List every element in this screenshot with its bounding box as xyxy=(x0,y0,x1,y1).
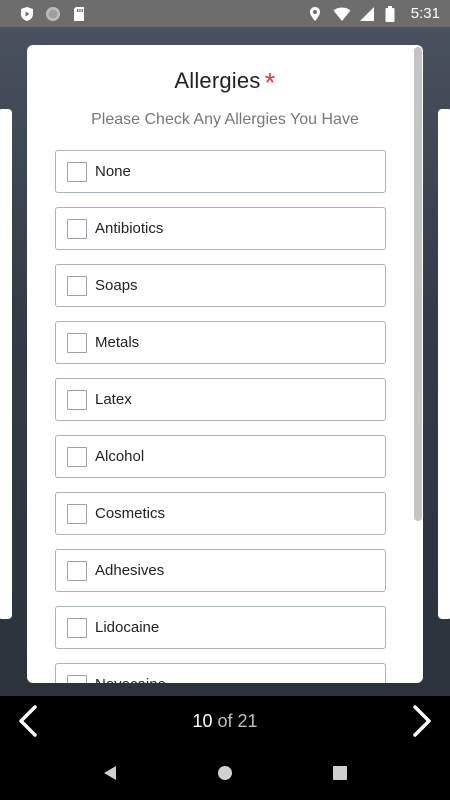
card-subtitle: Please Check Any Allergies You Have xyxy=(91,111,359,128)
card-title: Allergies * xyxy=(27,67,423,99)
option-label: Soaps xyxy=(95,277,138,294)
scrollbar-thumb[interactable] xyxy=(414,47,422,521)
allergy-option[interactable]: Adhesives xyxy=(55,549,386,592)
required-marker: * xyxy=(264,67,276,98)
allergy-option[interactable]: Latex xyxy=(55,378,386,421)
allergy-option[interactable]: Novocaine xyxy=(55,663,386,683)
battery-icon xyxy=(385,5,395,22)
option-label: Novocaine xyxy=(95,676,166,683)
checkbox[interactable] xyxy=(67,389,87,410)
option-label: Cosmetics xyxy=(95,505,166,522)
allergy-option[interactable]: Soaps xyxy=(55,264,386,307)
title-text: Allergies xyxy=(174,68,261,93)
shield-play-icon xyxy=(19,6,35,22)
page-of-label: of xyxy=(217,710,233,731)
checkbox[interactable] xyxy=(67,218,87,239)
next-card-edge[interactable] xyxy=(438,109,450,619)
allergy-option[interactable]: Metals xyxy=(55,321,386,364)
checkbox[interactable] xyxy=(67,446,87,467)
wifi-icon xyxy=(333,6,351,22)
back-triangle-icon xyxy=(104,766,116,780)
signal-icon xyxy=(359,6,375,22)
current-page: 10 xyxy=(192,710,213,731)
circle-icon xyxy=(45,6,61,22)
option-label: Alcohol xyxy=(95,448,145,465)
home-circle-icon xyxy=(218,766,232,780)
option-label: Metals xyxy=(95,334,140,351)
allergy-option[interactable]: None xyxy=(55,150,386,193)
location-icon xyxy=(307,6,323,22)
chevron-right-icon xyxy=(413,705,431,737)
system-nav-bar xyxy=(0,746,450,800)
status-time: 5:31 xyxy=(410,5,440,22)
previous-page-button[interactable] xyxy=(14,703,42,739)
option-label: Lidocaine xyxy=(95,619,160,636)
allergy-option[interactable]: Cosmetics xyxy=(55,492,386,535)
checkbox[interactable] xyxy=(67,275,87,296)
scrollbar[interactable] xyxy=(413,45,423,683)
chevron-left-icon xyxy=(19,705,37,737)
next-page-button[interactable] xyxy=(408,703,436,739)
status-right-icons: 5:31 xyxy=(307,5,440,22)
allergy-option[interactable]: Alcohol xyxy=(55,435,386,478)
allergy-option[interactable]: Antibiotics xyxy=(55,207,386,250)
allergy-option[interactable]: Lidocaine xyxy=(55,606,386,649)
status-left-icons xyxy=(19,6,87,22)
home-button[interactable] xyxy=(215,763,235,783)
checkbox[interactable] xyxy=(67,617,87,638)
page-indicator: 10 of 21 xyxy=(192,711,257,732)
checkbox[interactable] xyxy=(67,332,87,353)
back-button[interactable] xyxy=(100,763,120,783)
checkbox[interactable] xyxy=(67,161,87,182)
previous-card-edge[interactable] xyxy=(0,109,12,619)
checkbox[interactable] xyxy=(67,503,87,524)
allergies-card: Allergies * Please Check Any Allergies Yo… xyxy=(27,45,423,683)
checkbox[interactable] xyxy=(67,560,87,581)
recents-button[interactable] xyxy=(330,763,350,783)
checkbox[interactable] xyxy=(67,674,87,683)
total-pages: 21 xyxy=(237,710,258,731)
allergy-options-list: None Antibiotics Soaps Metals Latex Alcohol Co… xyxy=(55,150,386,683)
recents-square-icon xyxy=(333,766,347,780)
option-label: Adhesives xyxy=(95,562,165,579)
pager-bar: 10 of 21 xyxy=(0,696,450,746)
sd-card-icon xyxy=(71,6,87,22)
option-label: Antibiotics xyxy=(95,220,164,237)
status-bar: 5:31 xyxy=(0,0,450,27)
option-label: Latex xyxy=(95,391,132,408)
option-label: None xyxy=(95,163,131,180)
